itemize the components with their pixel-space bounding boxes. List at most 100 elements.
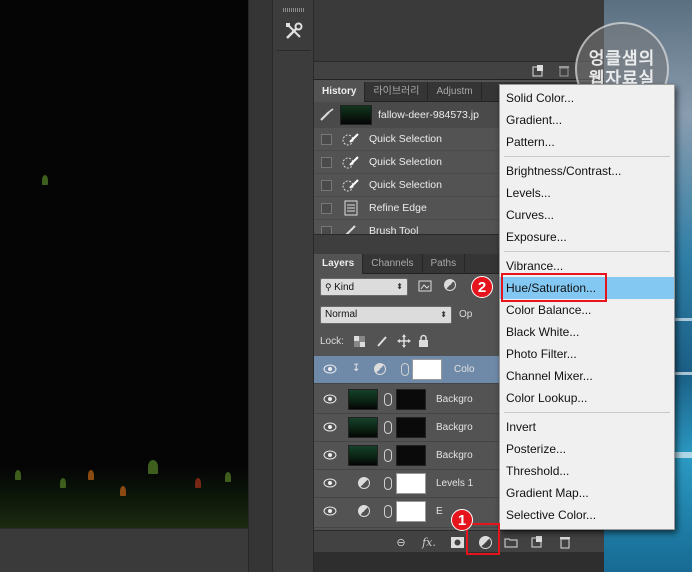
- history-checkbox[interactable]: [321, 202, 332, 214]
- tab-channels[interactable]: Channels: [363, 254, 423, 274]
- layer-mask-thumbnail[interactable]: [396, 473, 426, 494]
- eye-icon[interactable]: [323, 450, 337, 460]
- link-icon[interactable]: [401, 363, 409, 376]
- menu-item-invert[interactable]: Invert: [500, 416, 674, 438]
- link-icon[interactable]: [384, 477, 392, 490]
- link-icon[interactable]: [384, 421, 392, 434]
- layer-name: E: [436, 506, 443, 517]
- upper-panel-footer: [314, 62, 604, 80]
- adjustment-filter-icon[interactable]: [444, 279, 456, 291]
- eye-icon[interactable]: [323, 422, 337, 432]
- trash-icon[interactable]: [558, 65, 570, 77]
- layer-name: Colo: [454, 364, 475, 375]
- eye-icon[interactable]: [323, 478, 337, 488]
- image-filter-icon[interactable]: [418, 279, 432, 293]
- dock-footer: [314, 552, 604, 572]
- adjustment-layer-icon: [374, 363, 386, 375]
- link-icon[interactable]: [384, 393, 392, 406]
- layer-mask-thumbnail[interactable]: [396, 445, 426, 466]
- spinner-icon: ⬍: [440, 310, 447, 319]
- layer-thumbnail[interactable]: [348, 445, 378, 466]
- layer-mask-thumbnail[interactable]: [412, 359, 442, 380]
- foliage: [195, 478, 201, 488]
- horizontal-scrollbar[interactable]: [0, 528, 248, 572]
- image-canvas[interactable]: [0, 0, 248, 528]
- menu-item-photo-filter[interactable]: Photo Filter...: [500, 343, 674, 365]
- menu-item-gradient[interactable]: Gradient...: [500, 109, 674, 131]
- menu-item-gradient-map[interactable]: Gradient Map...: [500, 482, 674, 504]
- menu-item-levels[interactable]: Levels...: [500, 182, 674, 204]
- menu-item-solid-color[interactable]: Solid Color...: [500, 87, 674, 109]
- clip-arrow-icon: ↧: [352, 363, 361, 374]
- menu-separator: [504, 156, 670, 157]
- menu-item-exposure[interactable]: Exposure...: [500, 226, 674, 248]
- fx-button[interactable]: fx.: [422, 535, 436, 549]
- layer-mask-thumbnail[interactable]: [396, 389, 426, 410]
- tab-history[interactable]: History: [314, 82, 366, 102]
- menu-separator: [504, 412, 670, 413]
- tool-strip: [272, 0, 314, 572]
- history-brush-icon: [320, 108, 334, 121]
- history-checkbox[interactable]: [321, 225, 332, 234]
- history-step-label: Quick Selection: [369, 133, 442, 145]
- panel-grip[interactable]: [283, 8, 305, 12]
- history-step-label: Refine Edge: [369, 202, 427, 214]
- opacity-label: Op: [459, 309, 473, 320]
- new-page-icon[interactable]: [532, 65, 544, 77]
- eye-icon[interactable]: [323, 394, 337, 404]
- tab-layers[interactable]: Layers: [314, 254, 364, 274]
- menu-item-channel-mixer[interactable]: Channel Mixer...: [500, 365, 674, 387]
- tab-adjustments[interactable]: Adjustm: [428, 82, 482, 102]
- foliage: [148, 460, 158, 474]
- link-icon[interactable]: [384, 505, 392, 518]
- link-layers-icon[interactable]: ⊖: [394, 535, 408, 549]
- eye-icon[interactable]: [323, 506, 337, 516]
- link-icon[interactable]: [384, 449, 392, 462]
- watermark-line-1: 엉클샘의: [588, 49, 656, 68]
- new-layer-icon[interactable]: [530, 535, 544, 549]
- highlight-box-adjustment-button: [466, 523, 500, 555]
- history-checkbox[interactable]: [321, 179, 332, 191]
- layer-thumbnail[interactable]: [348, 389, 378, 410]
- blend-mode-select[interactable]: Normal ⬍: [320, 306, 452, 324]
- foliage: [120, 486, 126, 496]
- menu-item-color-lookup[interactable]: Color Lookup...: [500, 387, 674, 409]
- quick-selection-icon: [342, 154, 360, 170]
- filter-kind-select[interactable]: ⚲ Kind ⬍: [320, 278, 408, 296]
- history-checkbox[interactable]: [321, 156, 332, 168]
- adjustment-layer-menu: Solid Color... Gradient... Pattern... Br…: [499, 84, 675, 530]
- vertical-scrollbar[interactable]: [248, 0, 272, 572]
- menu-separator: [504, 251, 670, 252]
- menu-item-brightness-contrast[interactable]: Brightness/Contrast...: [500, 160, 674, 182]
- layer-thumbnail[interactable]: [348, 417, 378, 438]
- lock-brush-icon[interactable]: [376, 335, 388, 347]
- eye-icon[interactable]: [323, 364, 337, 374]
- lock-all-icon[interactable]: [418, 334, 429, 347]
- add-mask-icon[interactable]: [450, 535, 464, 549]
- quick-selection-icon: [342, 177, 360, 193]
- tab-paths[interactable]: Paths: [423, 254, 466, 274]
- menu-item-selective-color[interactable]: Selective Color...: [500, 504, 674, 526]
- delete-layer-icon[interactable]: [558, 535, 572, 549]
- history-checkbox[interactable]: [321, 133, 332, 145]
- brush-icon: [342, 223, 360, 234]
- layers-footer: ⊖ fx.: [314, 530, 604, 552]
- lock-move-icon[interactable]: [397, 334, 411, 348]
- menu-item-pattern[interactable]: Pattern...: [500, 131, 674, 153]
- foliage: [225, 472, 231, 482]
- menu-item-color-balance[interactable]: Color Balance...: [500, 299, 674, 321]
- folder-icon[interactable]: [504, 535, 518, 549]
- lock-transparent-icon[interactable]: [354, 336, 365, 347]
- upper-panel: [314, 0, 604, 62]
- layer-name: Backgro: [436, 422, 473, 433]
- layer-mask-thumbnail[interactable]: [396, 417, 426, 438]
- menu-item-posterize[interactable]: Posterize...: [500, 438, 674, 460]
- layer-mask-thumbnail[interactable]: [396, 501, 426, 522]
- menu-item-curves[interactable]: Curves...: [500, 204, 674, 226]
- menu-item-threshold[interactable]: Threshold...: [500, 460, 674, 482]
- menu-item-black-white[interactable]: Black White...: [500, 321, 674, 343]
- lock-label: Lock:: [320, 336, 344, 347]
- tool-presets-button[interactable]: [280, 18, 308, 44]
- step-badge-2: 2: [471, 276, 493, 298]
- tab-libraries[interactable]: 라이브러리: [365, 82, 429, 102]
